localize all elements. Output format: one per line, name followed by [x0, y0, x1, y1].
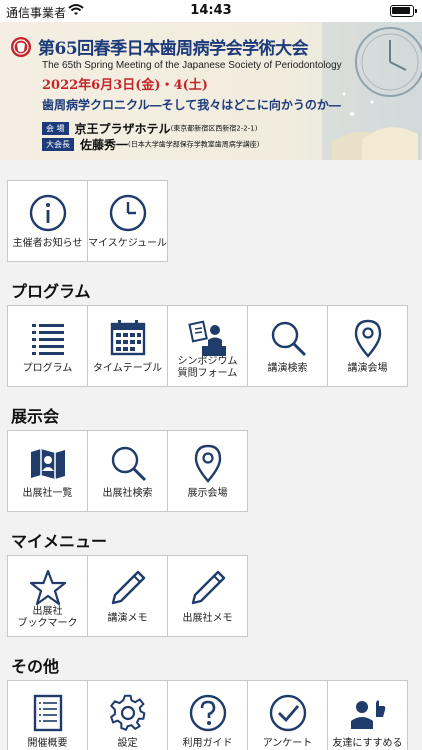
- info-icon: [29, 194, 66, 232]
- clock-book-illustration: [322, 22, 422, 160]
- tile-label: アンケート: [262, 738, 313, 749]
- banner-date: 2022年6月3日(金)・4(土): [42, 78, 208, 93]
- tile-label: プログラム: [22, 363, 73, 374]
- tile-label: タイムテーブル: [92, 363, 163, 374]
- tile-label: 開催概要: [27, 738, 68, 749]
- map-pin-icon: [354, 319, 381, 358]
- search-icon: [111, 446, 146, 482]
- menu-content: 主催者お知らせ マイスケジュール プログラム プログラム タイムテーブル シンポ…: [0, 160, 422, 750]
- program-grid: プログラム タイムテーブル シンポジウム 質問フォーム 講演検索 講演会場: [7, 305, 408, 387]
- list-icon: [31, 324, 64, 355]
- check-icon: [269, 694, 306, 732]
- tile-exhibitor-list[interactable]: 出展社一覧: [7, 430, 88, 512]
- tile-label: 講演会場: [347, 363, 388, 374]
- banner-theme: 歯周病学クロニクル―そして我々はどこに向かうのか―: [42, 98, 341, 112]
- tile-event-overview[interactable]: 開催概要: [7, 680, 88, 750]
- mymenu-grid: 出展社 ブックマーク 講演メモ 出展社メモ: [7, 555, 248, 637]
- tile-settings[interactable]: 設定: [87, 680, 168, 750]
- tile-exhibitor-memo[interactable]: 出展社メモ: [167, 555, 248, 637]
- tile-label: 展示会場: [187, 488, 228, 499]
- tile-user-guide[interactable]: 利用ガイド: [167, 680, 248, 750]
- tile-exhibitor-search[interactable]: 出展社検索: [87, 430, 168, 512]
- battery-icon: [390, 5, 417, 17]
- pencil-icon: [111, 570, 145, 605]
- section-title-other: その他: [11, 657, 60, 676]
- search-icon: [271, 321, 306, 357]
- venue-address: (東京都新宿区西新宿2-2-1): [170, 124, 258, 133]
- banner-venue: 会 場京王プラザホテル(東京都新宿区西新宿2-2-1): [42, 120, 257, 137]
- tile-timetable[interactable]: タイムテーブル: [87, 305, 168, 387]
- tile-label: 友達にすすめる: [332, 738, 403, 749]
- tile-my-schedule[interactable]: マイスケジュール: [87, 180, 168, 262]
- banner-subtitle-en: The 65th Spring Meeting of the Japanese …: [42, 60, 342, 71]
- conference-banner: 第65回春季日本歯周病学会学術大会 The 65th Spring Meetin…: [0, 22, 422, 160]
- label-text: 出展社 ブックマーク: [17, 606, 78, 629]
- tile-label: 出展社検索: [102, 488, 153, 499]
- section-title-exhibit: 展示会: [11, 407, 60, 426]
- tile-label: 講演検索: [267, 363, 308, 374]
- tile-symposium-question-form[interactable]: シンポジウム 質問フォーム: [167, 305, 248, 387]
- chair-name: 佐藤秀一: [80, 138, 129, 152]
- tile-label: 主催者お知らせ: [12, 238, 83, 249]
- exhibit-grid: 出展社一覧 出展社検索 展示会場: [7, 430, 248, 512]
- status-bar: 通信事業者 14:43: [0, 0, 422, 22]
- tile-label: 講演メモ: [107, 613, 148, 624]
- tile-survey[interactable]: アンケート: [247, 680, 328, 750]
- tile-organizer-news[interactable]: 主催者お知らせ: [7, 180, 88, 262]
- pencil-icon: [191, 570, 225, 605]
- tile-exhibitor-bookmark[interactable]: 出展社 ブックマーク: [7, 555, 88, 637]
- help-icon: [189, 694, 226, 732]
- tile-exhibit-hall[interactable]: 展示会場: [167, 430, 248, 512]
- tile-label: 利用ガイド: [182, 738, 233, 749]
- tile-label: 出展社一覧: [22, 488, 73, 499]
- clock-time: 14:43: [190, 3, 232, 18]
- tile-program[interactable]: プログラム: [7, 305, 88, 387]
- society-logo-icon: [11, 37, 31, 57]
- map-pin-icon: [194, 444, 221, 483]
- chair-tag: 大会長: [42, 138, 74, 151]
- banner-chair: 大会長 佐藤秀一(日本大学歯学部保存学教室歯周病学講座): [42, 136, 259, 153]
- star-icon: [29, 569, 66, 606]
- document-icon: [33, 694, 62, 732]
- gear-icon: [109, 694, 145, 731]
- venue-tag: 会 場: [42, 122, 69, 135]
- map-icon: [30, 449, 65, 479]
- tile-label: 出展社 ブックマーク: [8, 606, 87, 630]
- other-grid: 開催概要 設定 利用ガイド アンケート 友達にすすめる: [7, 680, 408, 750]
- recommend-icon: [350, 700, 385, 729]
- tile-lecture-venue[interactable]: 講演会場: [327, 305, 408, 387]
- tile-label: シンポジウム 質問フォーム: [168, 356, 247, 380]
- tile-label: 出展社メモ: [182, 613, 233, 624]
- tile-recommend-friends[interactable]: 友達にすすめる: [327, 680, 408, 750]
- section-title-program: プログラム: [11, 282, 91, 301]
- clock-icon: [109, 194, 146, 232]
- tile-label: 設定: [117, 738, 138, 749]
- calendar-icon: [110, 320, 145, 356]
- tile-lecture-memo[interactable]: 講演メモ: [87, 555, 168, 637]
- top-menu-grid: 主催者お知らせ マイスケジュール: [7, 180, 168, 262]
- banner-title: 第65回春季日本歯周病学会学術大会: [38, 39, 309, 59]
- label-text: シンポジウム 質問フォーム: [177, 356, 238, 379]
- tile-label: マイスケジュール: [88, 238, 167, 249]
- section-title-mymenu: マイメニュー: [11, 532, 108, 551]
- tile-lecture-search[interactable]: 講演検索: [247, 305, 328, 387]
- venue-name: 京王プラザホテル: [74, 122, 171, 136]
- chair-affiliation: (日本大学歯学部保存学教室歯周病学講座): [128, 140, 260, 149]
- presenter-icon: [187, 320, 226, 356]
